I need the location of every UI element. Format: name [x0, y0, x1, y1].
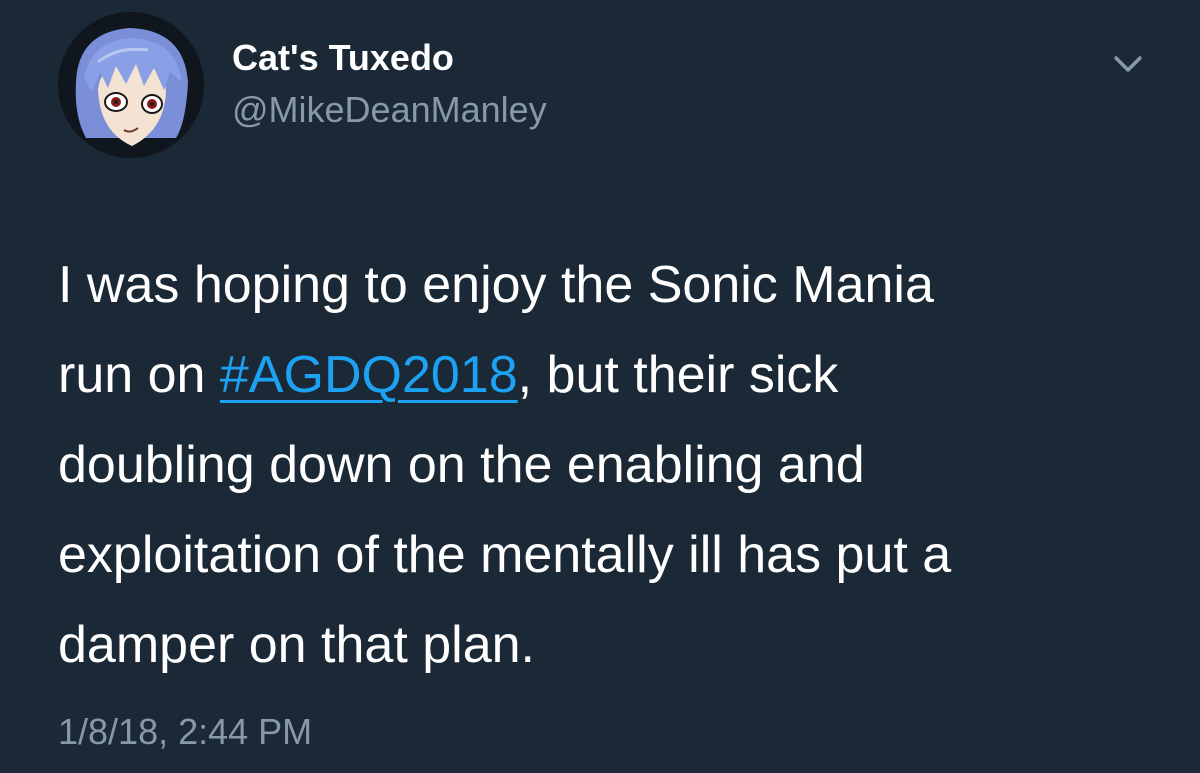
avatar[interactable]: [58, 12, 204, 158]
tweet-menu-button[interactable]: [1108, 46, 1148, 80]
tweet-text-line: I was hoping to enjoy the Sonic Mania: [58, 256, 934, 314]
tweet-text-line: damper on that plan.: [58, 616, 535, 674]
tweet-timestamp[interactable]: 1/8/18, 2:44 PM: [58, 710, 312, 754]
tweet-card: Cat's Tuxedo @MikeDeanManley I was hopin…: [0, 0, 1200, 773]
avatar-image: [58, 12, 204, 158]
tweet-text-line: doubling down on the enabling and: [58, 436, 865, 494]
chevron-down-icon: [1114, 56, 1142, 72]
author-handle[interactable]: @MikeDeanManley: [232, 88, 547, 132]
tweet-text-segment: , but their sick: [517, 346, 839, 404]
tweet-text-line: run on #AGDQ2018, but their sick: [58, 330, 1168, 420]
author-display-name[interactable]: Cat's Tuxedo: [232, 36, 454, 80]
hashtag-link[interactable]: #AGDQ2018: [220, 346, 518, 404]
tweet-text-segment: run on: [58, 346, 220, 404]
tweet-text-line: exploitation of the mentally ill has put…: [58, 526, 952, 584]
tweet-text: I was hoping to enjoy the Sonic Mania ru…: [58, 240, 1168, 690]
